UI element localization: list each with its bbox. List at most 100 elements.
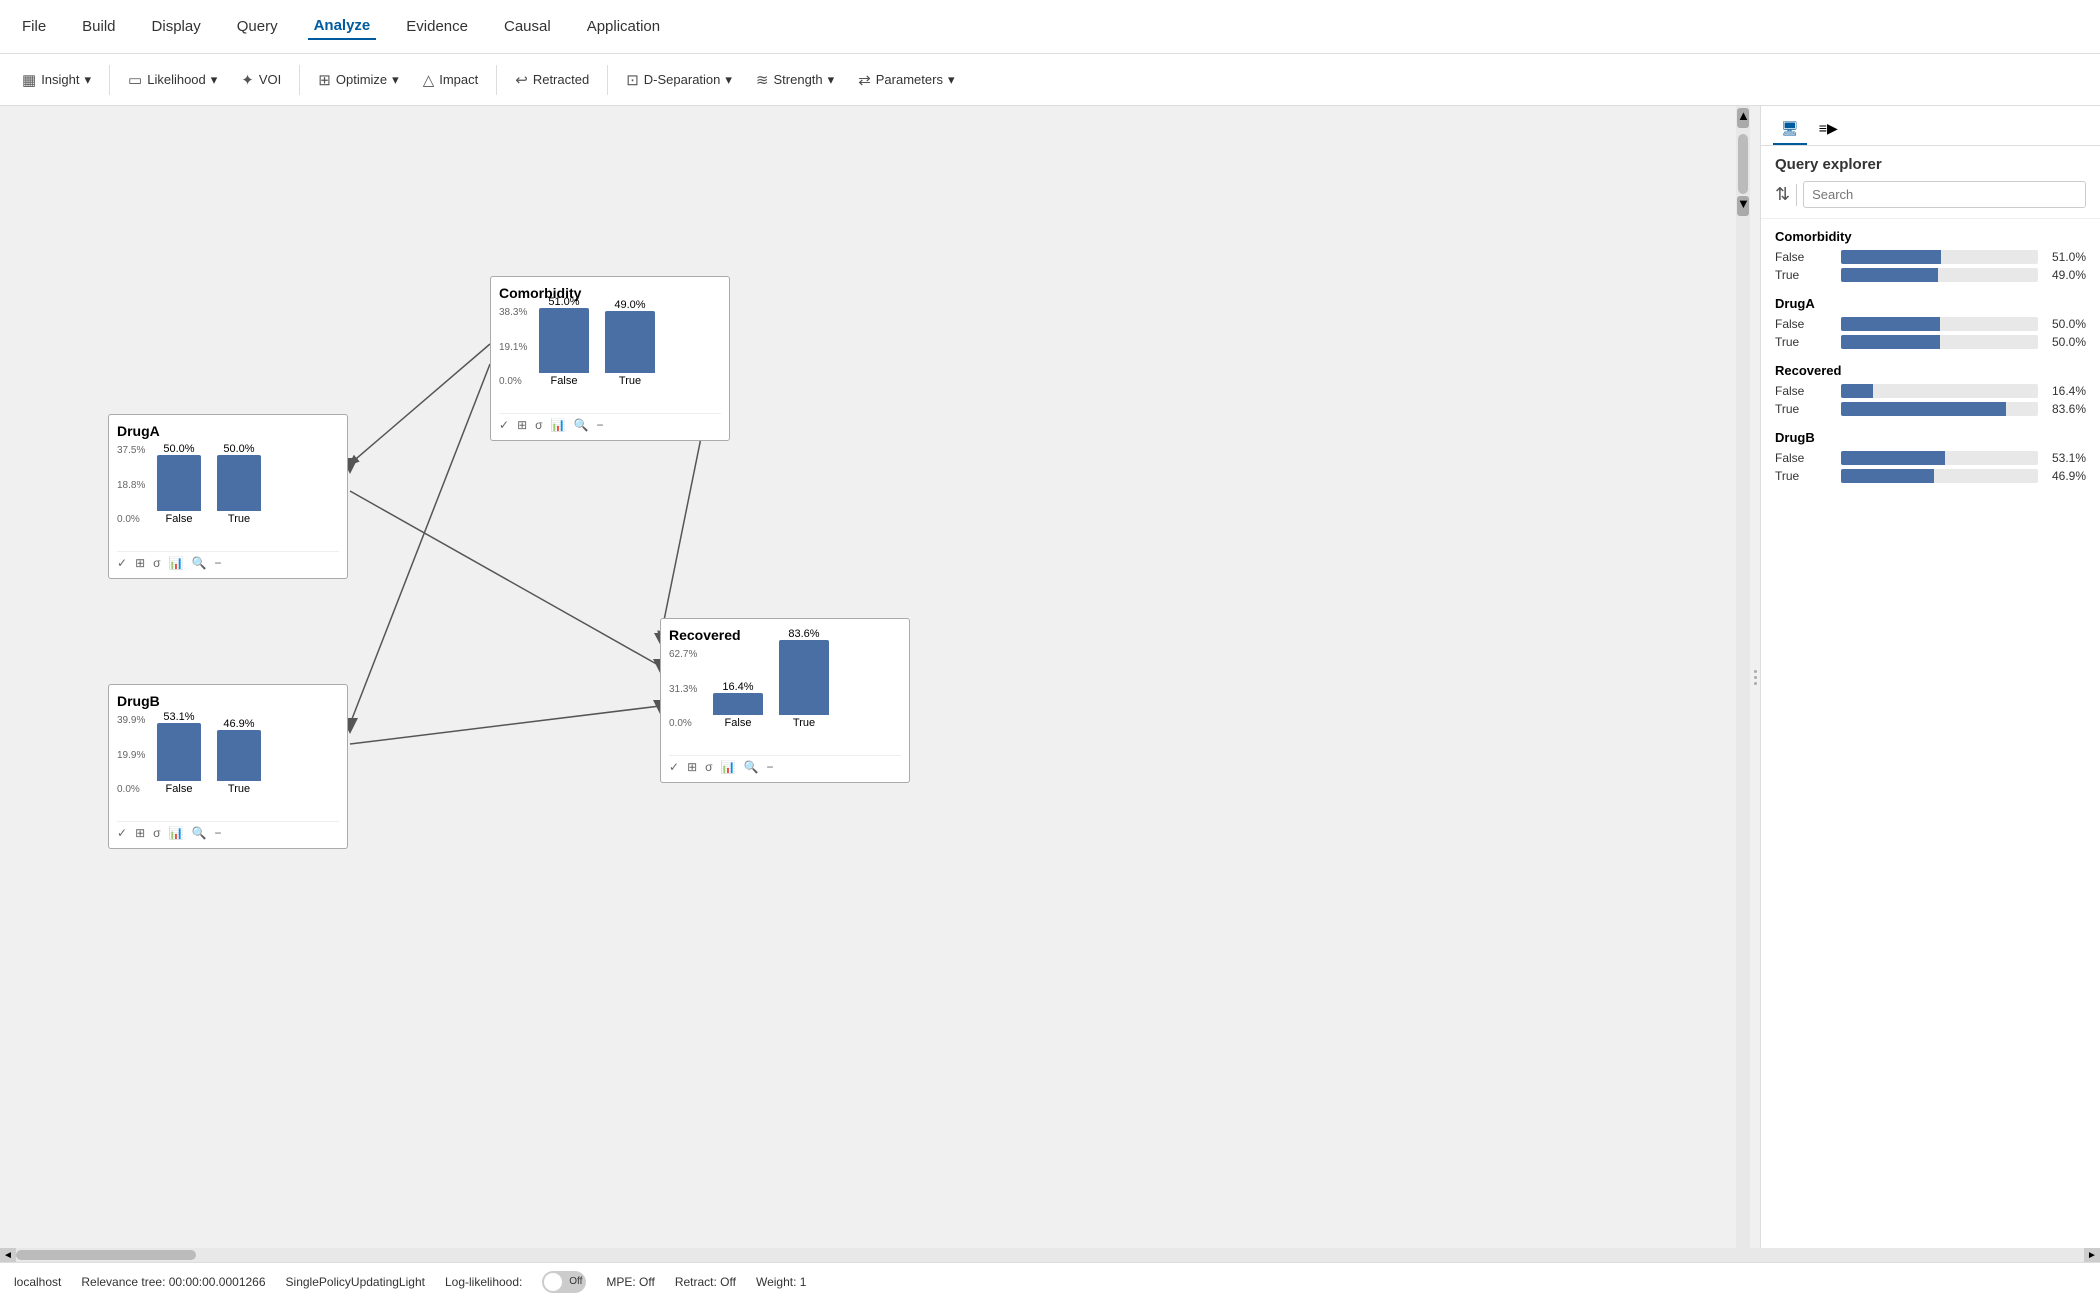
retracted-button[interactable]: ↩ Retracted	[505, 66, 599, 94]
status-host: localhost	[14, 1275, 61, 1289]
dseparation-button[interactable]: ⊡ D-Separation ▾	[616, 66, 742, 94]
scroll-right-arrow[interactable]: ►	[2084, 1248, 2100, 1262]
canvas-vertical-scrollbar[interactable]: ▲ ▼	[1736, 106, 1750, 1248]
drugb-toolbar: ✓ ⊞ σ 📊 🔍 −	[117, 821, 339, 840]
dseparation-arrow: ▾	[725, 72, 732, 88]
panel-section-druga: DrugA False 50.0% True	[1775, 296, 2086, 349]
comorbidity-grid[interactable]: ⊞	[517, 418, 527, 432]
drugb-minus[interactable]: −	[214, 826, 221, 840]
druga-check[interactable]: ✓	[117, 556, 127, 570]
canvas-area[interactable]: Comorbidity 38.3% 19.1% 0.0% 51.0% False	[0, 106, 1736, 1248]
recovered-chart[interactable]: 📊	[721, 760, 736, 774]
log-likelihood-toggle[interactable]: Off	[542, 1271, 586, 1293]
search-sep	[1796, 184, 1797, 206]
likelihood-icon: ▭	[128, 71, 142, 89]
strength-arrow: ▾	[828, 72, 835, 88]
impact-button[interactable]: △ Impact	[413, 66, 489, 94]
druga-node: DrugA 37.5% 18.8% 0.0% 50.0% False	[108, 414, 348, 579]
comorbidity-search[interactable]: 🔍	[573, 418, 588, 432]
filter-icon[interactable]: ⇅	[1775, 184, 1790, 205]
status-bar: localhost Relevance tree: 00:00:00.00012…	[0, 1262, 2100, 1300]
monitor-icon: 🖥	[1781, 120, 1799, 136]
drugb-chart[interactable]: 📊	[169, 826, 184, 840]
recovered-minus[interactable]: −	[766, 760, 773, 774]
strength-button[interactable]: ≋ Strength ▾	[746, 66, 844, 94]
right-panel: 🖥 ≡▶ Query explorer ⇅ Comorbidity	[1760, 106, 2100, 1248]
drugb-grid[interactable]: ⊞	[135, 826, 145, 840]
strength-label: Strength	[774, 72, 823, 87]
resize-dots	[1754, 670, 1757, 685]
druga-sigma[interactable]: σ	[153, 556, 160, 570]
panel-tab-list[interactable]: ≡▶	[1811, 114, 1846, 145]
recovered-sigma[interactable]: σ	[705, 760, 712, 774]
optimize-label: Optimize	[336, 72, 387, 87]
scroll-thumb-vertical[interactable]	[1738, 134, 1748, 194]
voi-button[interactable]: ✦ VOI	[231, 66, 291, 94]
druga-search[interactable]: 🔍	[191, 556, 206, 570]
parameters-button[interactable]: ⇄ Parameters ▾	[848, 66, 964, 94]
panel-comorbidity-title: Comorbidity	[1775, 229, 2086, 244]
impact-icon: △	[423, 71, 435, 89]
drugb-sigma[interactable]: σ	[153, 826, 160, 840]
menu-query[interactable]: Query	[231, 14, 284, 39]
insight-label: Insight	[41, 72, 79, 87]
optimize-arrow: ▾	[392, 72, 399, 88]
panel-drugb-title: DrugB	[1775, 430, 2086, 445]
panel-tab-query[interactable]: 🖥	[1773, 114, 1807, 145]
druga-minus[interactable]: −	[214, 556, 221, 570]
likelihood-button[interactable]: ▭ Likelihood ▾	[118, 66, 227, 94]
scroll-left-arrow[interactable]: ◄	[0, 1248, 16, 1262]
scroll-down-arrow[interactable]: ▼	[1737, 196, 1749, 216]
drugb-check[interactable]: ✓	[117, 826, 127, 840]
comorbidity-minus[interactable]: −	[596, 418, 603, 432]
druga-true-bar-panel	[1841, 335, 2038, 349]
retracted-icon: ↩	[515, 71, 528, 89]
panel-recovered-title: Recovered	[1775, 363, 2086, 378]
recovered-search[interactable]: 🔍	[743, 760, 758, 774]
drugb-title: DrugB	[117, 693, 339, 709]
panel-section-drugb: DrugB False 53.1% True	[1775, 430, 2086, 483]
menu-display[interactable]: Display	[146, 14, 207, 39]
scroll-up-arrow[interactable]: ▲	[1737, 108, 1749, 128]
list-icon: ≡▶	[1819, 120, 1838, 136]
panel-recovered-false-row: False 16.4%	[1775, 384, 2086, 398]
comorbidity-chart[interactable]: 📊	[551, 418, 566, 432]
dseparation-label: D-Separation	[644, 72, 721, 87]
insight-button[interactable]: ▦ Insight ▾	[12, 66, 101, 94]
comorbidity-sigma[interactable]: σ	[535, 418, 542, 432]
status-log-likelihood: Log-likelihood:	[445, 1275, 522, 1289]
menu-evidence[interactable]: Evidence	[400, 14, 474, 39]
druga-chart[interactable]: 📊	[169, 556, 184, 570]
sep-2	[299, 65, 300, 95]
optimize-button[interactable]: ⊞ Optimize ▾	[308, 66, 408, 94]
parameters-label: Parameters	[876, 72, 943, 87]
menu-build[interactable]: Build	[76, 14, 121, 39]
drugb-search[interactable]: 🔍	[191, 826, 206, 840]
menu-file[interactable]: File	[16, 14, 52, 39]
sep-4	[607, 65, 608, 95]
panel-tabs: 🖥 ≡▶	[1761, 106, 2100, 146]
insight-arrow: ▾	[85, 72, 92, 88]
drugb-true-bar	[217, 730, 261, 781]
canvas-inner: Comorbidity 38.3% 19.1% 0.0% 51.0% False	[0, 106, 2100, 1248]
panel-resize-handle[interactable]	[1750, 106, 1760, 1248]
toggle-off-label: Off	[569, 1276, 582, 1287]
menu-analyze[interactable]: Analyze	[308, 13, 377, 40]
comorbidity-node: Comorbidity 38.3% 19.1% 0.0% 51.0% False	[490, 276, 730, 441]
recovered-check[interactable]: ✓	[669, 760, 679, 774]
menu-causal[interactable]: Causal	[498, 14, 557, 39]
druga-true-bar	[217, 455, 261, 511]
recovered-grid[interactable]: ⊞	[687, 760, 697, 774]
canvas-horizontal-scrollbar[interactable]: ◄ ►	[0, 1248, 2100, 1262]
panel-search-input[interactable]	[1803, 181, 2086, 208]
comorbidity-false-bar-panel	[1841, 250, 2038, 264]
dseparation-icon: ⊡	[626, 71, 639, 89]
panel-drugb-true-row: True 46.9%	[1775, 469, 2086, 483]
canvas-wrapper: Comorbidity 38.3% 19.1% 0.0% 51.0% False	[0, 106, 2100, 1262]
panel-section-recovered: Recovered False 16.4% True	[1775, 363, 2086, 416]
scroll-thumb-horizontal[interactable]	[16, 1250, 196, 1260]
comorbidity-true-bar	[605, 311, 655, 373]
druga-grid[interactable]: ⊞	[135, 556, 145, 570]
comorbidity-check[interactable]: ✓	[499, 418, 509, 432]
menu-application[interactable]: Application	[581, 14, 666, 39]
